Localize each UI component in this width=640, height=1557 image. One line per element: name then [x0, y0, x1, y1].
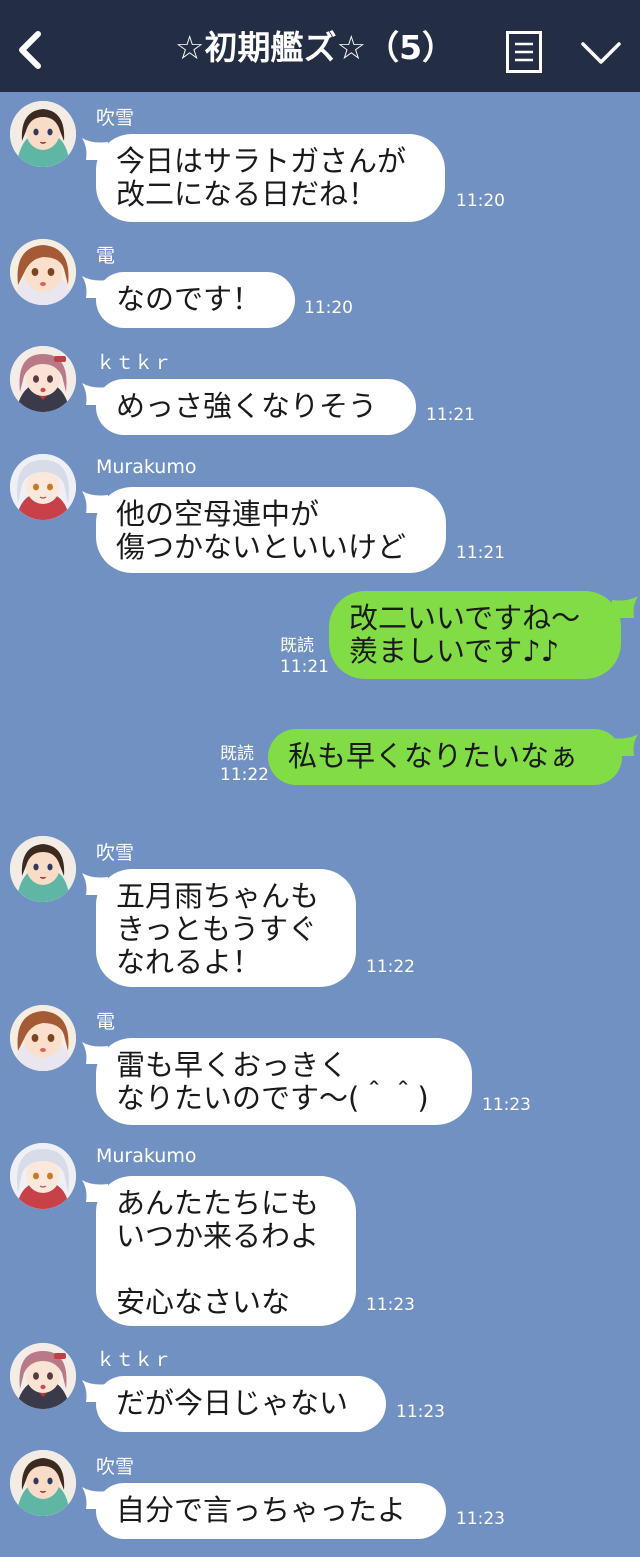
message-bubble[interactable]: 今日はサラトガさんが 改二になる日だね！	[96, 134, 445, 222]
avatar-ktkr-image	[10, 1343, 76, 1409]
avatar[interactable]	[10, 239, 76, 305]
read-label: 既読	[280, 636, 314, 656]
message-time: 11:22	[366, 957, 415, 977]
read-status: 既読 11:22	[220, 744, 269, 786]
avatar[interactable]	[10, 101, 76, 167]
sender-name: 電	[96, 245, 116, 267]
message-time: 11:21	[280, 657, 329, 677]
message-bubble[interactable]: 自分で言っちゃったよ	[96, 1483, 446, 1539]
read-label: 既読	[220, 744, 254, 764]
sender-name: ｋｔｋｒ	[96, 352, 173, 374]
avatar-inazuma-image	[10, 239, 76, 305]
message-time: 11:23	[456, 1509, 505, 1529]
sender-name: 電	[96, 1011, 116, 1033]
message-bubble[interactable]: 改二いいですね～ 羨ましいです♪♪	[329, 591, 621, 679]
avatar[interactable]	[10, 1005, 76, 1071]
message-bubble[interactable]: あんたたちにも いつか来るわよ 安心なさいな	[96, 1176, 356, 1326]
sender-name: 吹雪	[96, 842, 135, 864]
message-bubble[interactable]: 他の空母連中が 傷つかないといいけど	[96, 487, 446, 573]
message-time: 11:21	[426, 405, 475, 425]
message-time: 11:23	[366, 1295, 415, 1315]
chevron-down-icon[interactable]	[580, 38, 622, 68]
avatar-fubuki-image	[10, 836, 76, 902]
menu-list-icon[interactable]	[506, 31, 542, 73]
sender-name: 吹雪	[96, 107, 135, 129]
avatar[interactable]	[10, 1450, 76, 1516]
avatar-murakumo-image	[10, 454, 76, 520]
message-bubble[interactable]: だが今日じゃない	[96, 1376, 386, 1432]
message-time: 11:20	[456, 191, 505, 211]
sender-name: Murakumo	[96, 456, 197, 478]
message-time: 11:23	[396, 1402, 445, 1422]
message-bubble[interactable]: 私も早くなりたいなぁ	[268, 729, 622, 785]
avatar[interactable]	[10, 346, 76, 412]
avatar[interactable]	[10, 1343, 76, 1409]
avatar-ktkr-image	[10, 346, 76, 412]
back-arrow-icon[interactable]	[14, 30, 44, 70]
message-bubble[interactable]: 五月雨ちゃんも きっともうすぐ なれるよ！	[96, 869, 356, 987]
sender-name: Murakumo	[96, 1145, 197, 1167]
avatar[interactable]	[10, 1143, 76, 1209]
chat-title: ☆初期艦ズ☆（5）	[174, 28, 456, 67]
message-time: 11:20	[304, 298, 353, 318]
sender-name: 吹雪	[96, 1456, 135, 1478]
message-time: 11:22	[220, 765, 269, 785]
avatar-inazuma-image	[10, 1005, 76, 1071]
avatar-fubuki-image	[10, 101, 76, 167]
message-bubble[interactable]: 雷も早くおっきく なりたいのです～(＾＾)	[96, 1038, 472, 1125]
message-bubble[interactable]: めっさ強くなりそう	[96, 379, 416, 435]
avatar[interactable]	[10, 836, 76, 902]
chat-header: ☆初期艦ズ☆（5）	[0, 0, 640, 92]
read-status: 既読 11:21	[280, 636, 329, 678]
message-bubble[interactable]: なのです！	[96, 272, 295, 328]
avatar-murakumo-image	[10, 1143, 76, 1209]
message-time: 11:21	[456, 543, 505, 563]
avatar[interactable]	[10, 454, 76, 520]
avatar-fubuki-image	[10, 1450, 76, 1516]
sender-name: ｋｔｋｒ	[96, 1349, 173, 1371]
message-time: 11:23	[482, 1095, 531, 1115]
